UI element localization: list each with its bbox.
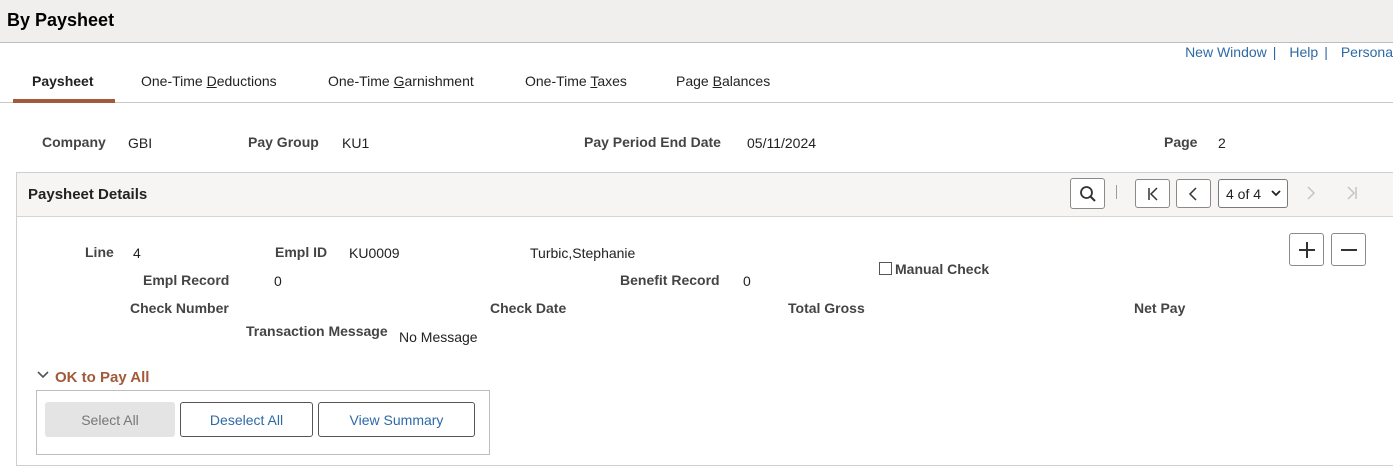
previous-row-button[interactable]	[1176, 179, 1211, 208]
net-pay-label: Net Pay	[1134, 300, 1186, 316]
last-page-icon	[1347, 186, 1357, 200]
check-number-label: Check Number	[130, 300, 229, 316]
transaction-message-value: No Message	[399, 329, 478, 345]
ok-to-pay-all-toggle[interactable]: OK to Pay All	[37, 369, 149, 386]
paysheet-details-header: Paysheet Details 4 of 4	[17, 173, 1393, 217]
paysheet-details-title: Paysheet Details	[28, 186, 148, 203]
line-value: 4	[133, 245, 141, 261]
transaction-message-label: Transaction Message	[246, 323, 388, 339]
last-row-button	[1345, 186, 1359, 205]
minus-icon	[1340, 248, 1357, 251]
employee-name: Turbic,Stephanie	[530, 245, 636, 261]
empl-id-label: Empl ID	[275, 244, 328, 260]
pay-period-end-date-label: Pay Period End Date	[584, 134, 721, 150]
next-row-button	[1305, 186, 1317, 205]
title-bar: By Paysheet	[0, 0, 1393, 43]
add-row-button[interactable]	[1289, 233, 1324, 266]
tabs-divider	[0, 102, 1393, 103]
page-label: Page	[1164, 134, 1198, 150]
empl-id-value: KU0009	[349, 245, 400, 261]
new-window-link[interactable]: New Window	[1185, 44, 1267, 60]
company-label: Company	[42, 134, 106, 150]
pay-group-value: KU1	[342, 135, 370, 151]
tab-one-time-deductions[interactable]: One-Time Deductions	[141, 73, 277, 89]
delete-row-button[interactable]	[1331, 233, 1366, 266]
deselect-all-button[interactable]: Deselect All	[180, 402, 313, 437]
chevron-down-icon	[37, 371, 49, 379]
empl-record-label: Empl Record	[143, 272, 230, 288]
check-date-label: Check Date	[490, 300, 567, 316]
tab-paysheet[interactable]: Paysheet	[32, 73, 93, 89]
empl-record-value: 0	[274, 273, 282, 289]
chevron-down-icon	[1271, 190, 1281, 197]
toolbar-divider	[1116, 185, 1117, 199]
tab-page-balances[interactable]: Page Balances	[676, 73, 770, 89]
tab-one-time-garnishment[interactable]: One-Time Garnishment	[328, 73, 474, 89]
top-links: New Window | Help | Persona	[1185, 44, 1393, 60]
chevron-right-icon	[1307, 186, 1316, 200]
active-tab-indicator	[13, 99, 115, 103]
view-summary-button[interactable]: View Summary	[318, 402, 475, 437]
tab-one-time-taxes[interactable]: One-Time Taxes	[525, 73, 627, 89]
link-separator: |	[1272, 44, 1277, 60]
first-page-icon	[1147, 186, 1158, 201]
ok-to-pay-all-title: OK to Pay All	[55, 369, 150, 386]
page-value: 2	[1218, 135, 1226, 151]
company-value: GBI	[128, 135, 153, 151]
row-pager-value: 4 of 4	[1226, 186, 1262, 202]
page-title: By Paysheet	[7, 10, 115, 30]
row-pager-select[interactable]: 4 of 4	[1218, 179, 1288, 208]
benefit-record-label: Benefit Record	[620, 272, 720, 288]
pay-period-end-date-value: 05/11/2024	[747, 135, 817, 151]
help-link[interactable]: Help	[1289, 44, 1318, 60]
search-icon	[1079, 185, 1096, 202]
select-all-button: Select All	[45, 402, 175, 437]
line-label: Line	[85, 244, 114, 260]
chevron-left-icon	[1188, 186, 1197, 201]
benefit-record-value: 0	[743, 273, 751, 289]
total-gross-label: Total Gross	[788, 300, 865, 316]
find-button[interactable]	[1070, 178, 1105, 209]
plus-icon	[1298, 241, 1315, 258]
manual-check-checkbox[interactable]	[879, 262, 892, 275]
link-separator: |	[1324, 44, 1328, 60]
personalize-link[interactable]: Persona	[1341, 44, 1393, 60]
pay-group-label: Pay Group	[248, 134, 319, 150]
manual-check-label: Manual Check	[895, 261, 990, 277]
first-row-button[interactable]	[1135, 179, 1170, 208]
